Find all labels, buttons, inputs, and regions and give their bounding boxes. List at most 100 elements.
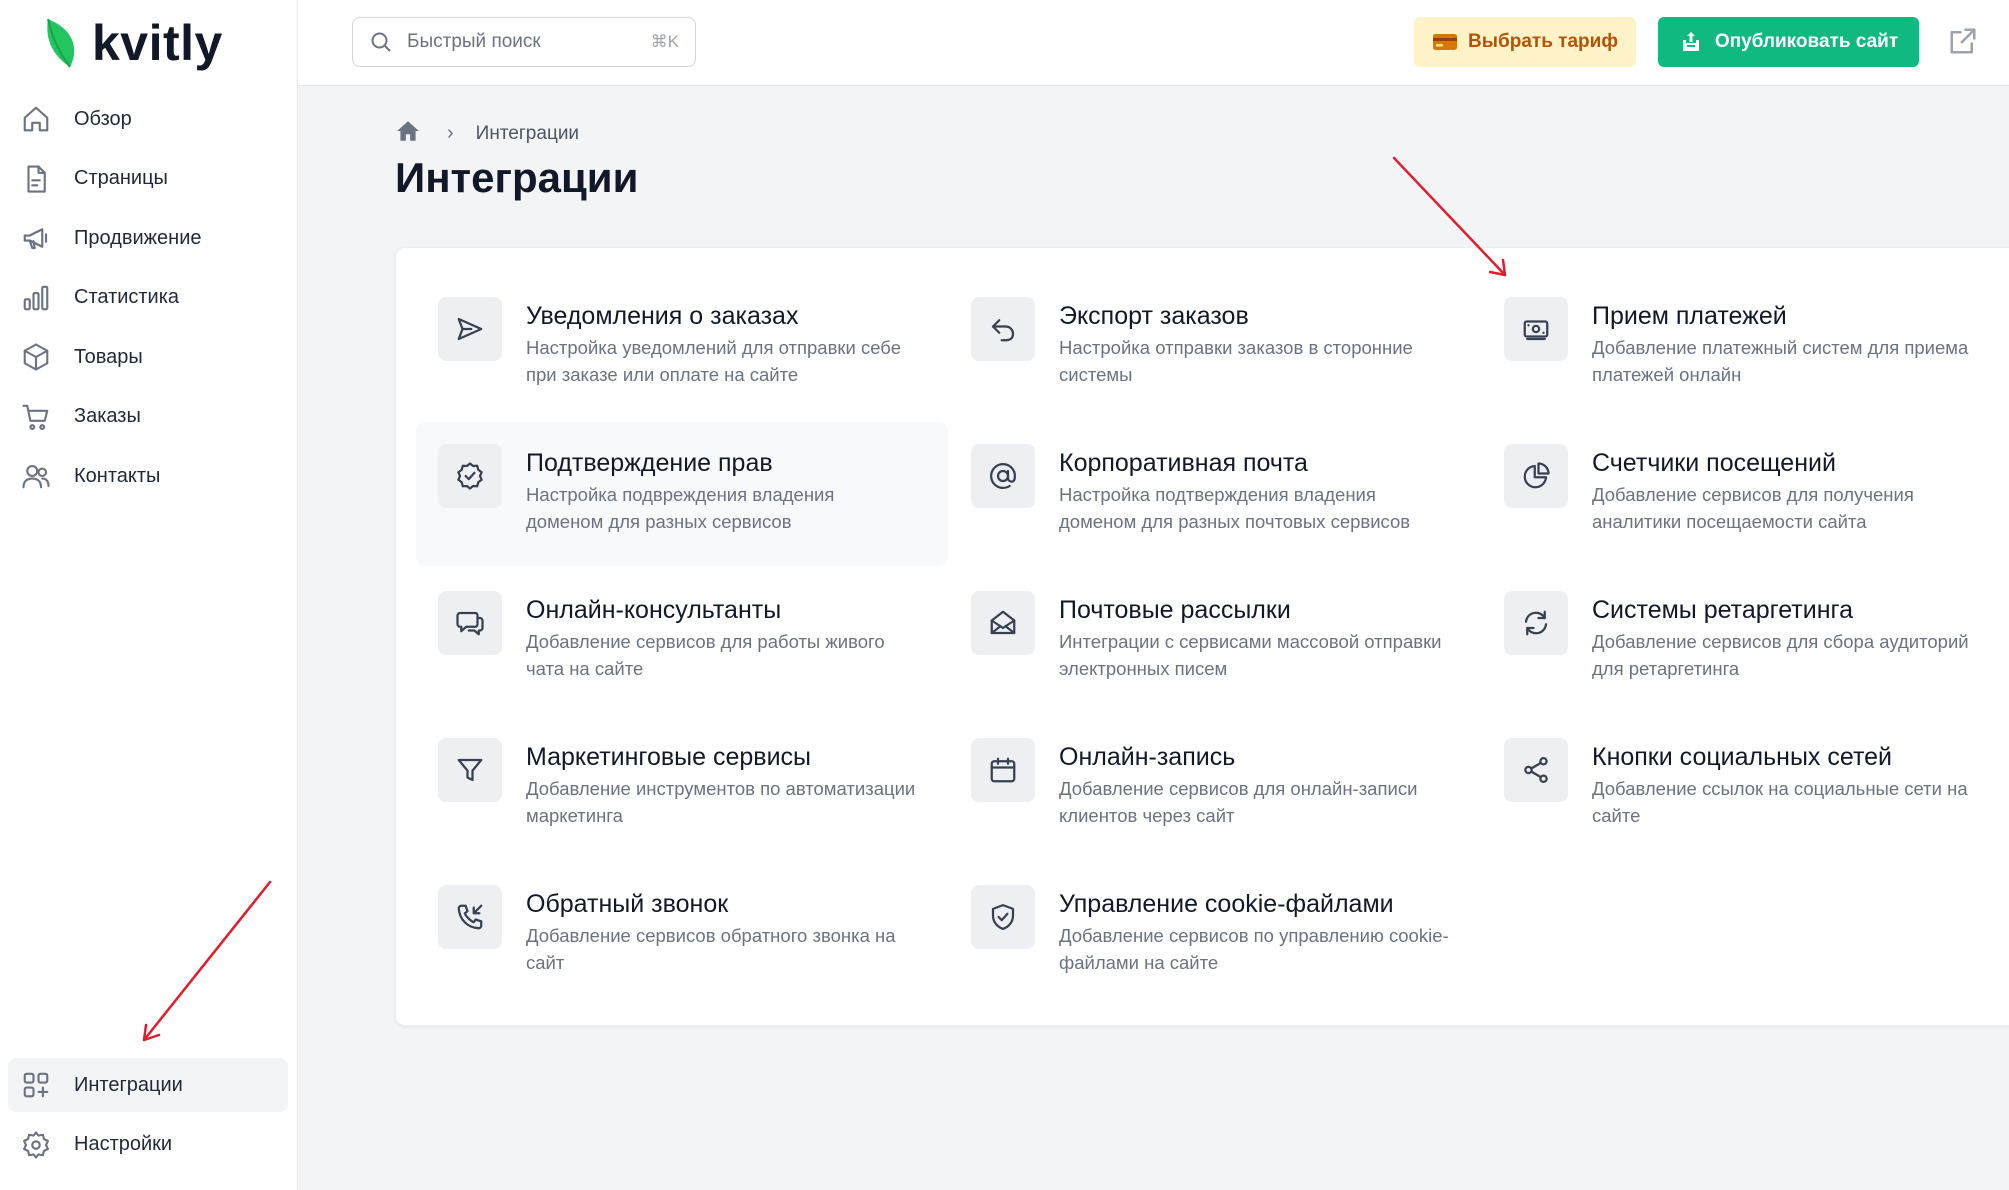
sidebar-item-label: Продвижение bbox=[74, 226, 202, 249]
sidebar-item-promotion[interactable]: Продвижение bbox=[8, 211, 288, 265]
integration-title: Счетчики посещений bbox=[1592, 449, 1836, 477]
integration-title: Уведомления о заказах bbox=[526, 302, 799, 330]
search-placeholder: Быстрый поиск bbox=[407, 31, 541, 52]
mail-open-icon bbox=[971, 591, 1035, 655]
integration-title: Корпоративная почта bbox=[1059, 449, 1308, 477]
shield-check-icon bbox=[971, 885, 1035, 949]
integration-title: Кнопки социальных сетей bbox=[1592, 743, 1892, 771]
sidebar-item-label: Статистика bbox=[74, 286, 180, 308]
funnel-icon bbox=[438, 738, 502, 802]
sidebar-item-pages[interactable]: Страницы bbox=[8, 152, 288, 206]
document-icon bbox=[20, 163, 52, 195]
integration-description: Настройка уведомлений для отправки себе … bbox=[526, 337, 901, 385]
integration-description: Добавление сервисов для получения аналит… bbox=[1592, 484, 1914, 532]
integration-tile-order-export[interactable]: Экспорт заказов Настройка отправки заказ… bbox=[949, 275, 1481, 419]
sidebar-nav: Обзор Страницы Продвижение Статистика То… bbox=[8, 92, 288, 509]
sidebar-item-products[interactable]: Товары bbox=[8, 330, 288, 384]
share-icon bbox=[1504, 738, 1568, 802]
integration-description: Добавление ссылок на социальные сети на … bbox=[1592, 778, 1968, 826]
cart-icon bbox=[20, 401, 52, 433]
pie-chart-icon bbox=[1504, 444, 1568, 508]
integration-description: Настройка подтверждения владения доменом… bbox=[1059, 484, 1411, 532]
integration-tile-order-notifications[interactable]: Уведомления о заказах Настройка уведомле… bbox=[416, 275, 948, 419]
breadcrumb-separator: › bbox=[447, 122, 454, 144]
integration-title: Прием платежей bbox=[1592, 302, 1787, 330]
integration-title: Обратный звонок bbox=[526, 890, 729, 918]
users-icon bbox=[20, 460, 52, 492]
integration-description: Добавление сервисов для сбора аудиторий … bbox=[1592, 631, 1969, 679]
credit-card-icon bbox=[1433, 34, 1458, 50]
integration-tile-callback[interactable]: Обратный звонок Добавление сервисов обра… bbox=[416, 863, 948, 1007]
integration-description: Добавление сервисов для работы живого ча… bbox=[526, 631, 885, 679]
sidebar-item-orders[interactable]: Заказы bbox=[8, 390, 288, 444]
undo-icon bbox=[971, 297, 1035, 361]
integration-tile-payments[interactable]: Прием платежей Добавление платежный сист… bbox=[1482, 275, 2009, 419]
sidebar-item-overview[interactable]: Обзор bbox=[8, 92, 288, 146]
sidebar-item-integrations[interactable]: Интеграции bbox=[8, 1058, 288, 1112]
sidebar-item-label: Страницы bbox=[74, 167, 168, 189]
grid-plus-icon bbox=[20, 1069, 52, 1101]
publish-site-button[interactable]: Опубликовать сайт bbox=[1658, 17, 1919, 67]
integration-tile-cookie-management[interactable]: Управление cookie-файлами Добавление сер… bbox=[949, 863, 1481, 1007]
publish-site-label: Опубликовать сайт bbox=[1714, 31, 1899, 52]
integration-tile-corporate-mail[interactable]: Корпоративная почта Настройка подтвержде… bbox=[949, 422, 1481, 566]
integration-tile-marketing-services[interactable]: Маркетинговые сервисы Добавление инструм… bbox=[416, 716, 948, 860]
integration-tile-rights-verification[interactable]: Подтверждение прав Настройка подвреждени… bbox=[416, 422, 948, 566]
breadcrumb-home-icon[interactable] bbox=[395, 118, 421, 149]
topbar: Быстрый поиск ⌘K Выбрать тариф Опубликов… bbox=[298, 0, 2009, 86]
integration-title: Экспорт заказов bbox=[1059, 302, 1249, 330]
search-icon bbox=[371, 32, 391, 52]
integration-description: Добавление инструментов по автоматизации… bbox=[526, 778, 916, 826]
refresh-icon bbox=[1504, 591, 1568, 655]
home-icon bbox=[20, 103, 52, 135]
integration-tile-online-booking[interactable]: Онлайн-запись Добавление сервисов для он… bbox=[949, 716, 1481, 860]
logo-text: kvitly bbox=[92, 15, 223, 71]
breadcrumb-current: Интеграции bbox=[475, 122, 580, 144]
search-shortcut: ⌘K bbox=[650, 32, 679, 51]
megaphone-icon bbox=[20, 222, 52, 254]
sidebar-bottom-nav: Интеграции Настройки bbox=[8, 1058, 288, 1177]
sidebar-item-label: Интеграции bbox=[74, 1073, 183, 1096]
integration-tile-retargeting[interactable]: Системы ретаргетинга Добавление сервисов… bbox=[1482, 569, 2009, 713]
integration-description: Добавление платежный систем для приема п… bbox=[1592, 337, 1969, 385]
integration-tile-online-consultants[interactable]: Онлайн-консультанты Добавление сервисов … bbox=[416, 569, 948, 713]
sidebar-item-settings[interactable]: Настройки bbox=[8, 1118, 288, 1172]
chat-icon bbox=[438, 591, 502, 655]
sidebar-item-label: Товары bbox=[74, 345, 143, 368]
integrations-card: Уведомления о заказах Настройка уведомле… bbox=[395, 247, 2009, 1026]
logo[interactable]: kvitly bbox=[42, 14, 223, 72]
send-icon bbox=[438, 297, 502, 361]
banknote-icon bbox=[1504, 297, 1568, 361]
open-site-external-icon[interactable] bbox=[1948, 26, 1980, 58]
integration-description: Настройка подвреждения владения доменом … bbox=[526, 484, 835, 532]
integration-tile-social-buttons[interactable]: Кнопки социальных сетей Добавление ссыло… bbox=[1482, 716, 2009, 860]
breadcrumb: › Интеграции bbox=[395, 118, 579, 149]
sidebar-item-label: Контакты bbox=[74, 464, 161, 487]
integration-tile-visit-counters[interactable]: Счетчики посещений Добавление сервисов д… bbox=[1482, 422, 2009, 566]
choose-tariff-button[interactable]: Выбрать тариф bbox=[1414, 17, 1636, 67]
integration-tile-mailing-lists[interactable]: Почтовые рассылки Интеграции с сервисами… bbox=[949, 569, 1481, 713]
page-title: Интеграции bbox=[395, 154, 639, 201]
choose-tariff-label: Выбрать тариф bbox=[1468, 31, 1618, 52]
search-input[interactable]: Быстрый поиск ⌘K bbox=[352, 17, 696, 67]
phone-incoming-icon bbox=[438, 885, 502, 949]
integration-description: Добавление сервисов по управлению cookie… bbox=[1059, 925, 1449, 973]
integration-title: Онлайн-консультанты bbox=[526, 596, 782, 624]
integration-description: Добавление сервисов для онлайн-записи кл… bbox=[1059, 778, 1418, 826]
integration-description: Добавление сервисов обратного звонка на … bbox=[526, 925, 896, 973]
sidebar-item-contacts[interactable]: Контакты bbox=[8, 449, 288, 503]
box-icon bbox=[20, 341, 52, 373]
sidebar-item-label: Обзор bbox=[74, 107, 132, 130]
badge-check-icon bbox=[438, 444, 502, 508]
integration-title: Почтовые рассылки bbox=[1059, 596, 1291, 624]
integration-title: Онлайн-запись bbox=[1059, 743, 1236, 771]
integration-description: Интеграции с сервисами массовой отправки… bbox=[1059, 631, 1442, 679]
upload-box-icon bbox=[1682, 32, 1699, 51]
sidebar-item-statistics[interactable]: Статистика bbox=[8, 271, 288, 325]
integration-title: Подтверждение прав bbox=[526, 449, 773, 477]
leaf-logo-icon bbox=[47, 18, 75, 68]
bar-chart-icon bbox=[20, 282, 52, 314]
sidebar: kvitly Обзор Страницы Продвижение Статис… bbox=[0, 0, 298, 1190]
integration-description: Настройка отправки заказов в сторонние с… bbox=[1059, 337, 1413, 385]
integration-title: Маркетинговые сервисы bbox=[526, 743, 812, 771]
